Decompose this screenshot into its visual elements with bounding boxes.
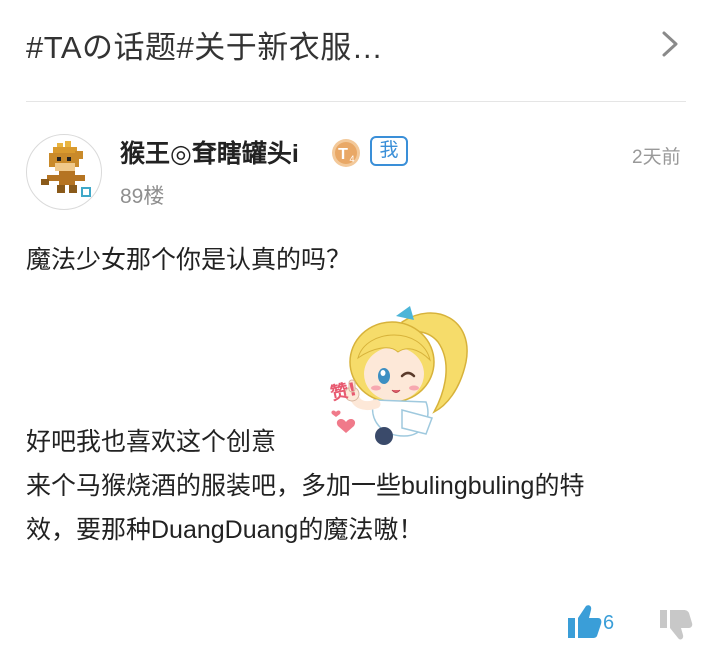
like-count: 6 — [603, 612, 615, 634]
monkey-avatar-icon — [41, 141, 91, 197]
post-line: 效，要那种DuangDuang的魔法嗷！ — [26, 516, 424, 544]
post-line: 魔法少女那个你是认真的吗？ — [26, 246, 352, 274]
username[interactable]: 猴王◎耷瞎罐头i — [120, 134, 299, 170]
like-button[interactable] — [564, 602, 624, 642]
post-line: 好吧我也喜欢这个创意 — [26, 428, 277, 456]
thumbs-up-icon — [568, 605, 602, 638]
topic-title: #TAの话题#关于新衣服… — [26, 30, 384, 65]
divider — [26, 101, 686, 102]
level-badge-icon: T 4 — [332, 139, 360, 167]
chevron-right-icon — [662, 31, 678, 57]
chibi-girl-thumbs-up-sticker-icon: 赞! — [328, 306, 468, 445]
dislike-button[interactable] — [658, 606, 694, 642]
thumbs-down-icon — [660, 610, 693, 640]
post-line: 来个马猴烧酒的服装吧，多加一些bulingbuling的特 — [26, 472, 585, 500]
me-badge: 我 — [370, 136, 408, 166]
topic-header[interactable]: #TAの话题#关于新衣服… — [0, 0, 714, 100]
avatar[interactable] — [26, 134, 102, 210]
floor-number: 89楼 — [120, 185, 165, 208]
timestamp: 2天前 — [632, 147, 681, 168]
svg-text:4: 4 — [349, 154, 354, 164]
svg-text:T: T — [338, 146, 348, 163]
